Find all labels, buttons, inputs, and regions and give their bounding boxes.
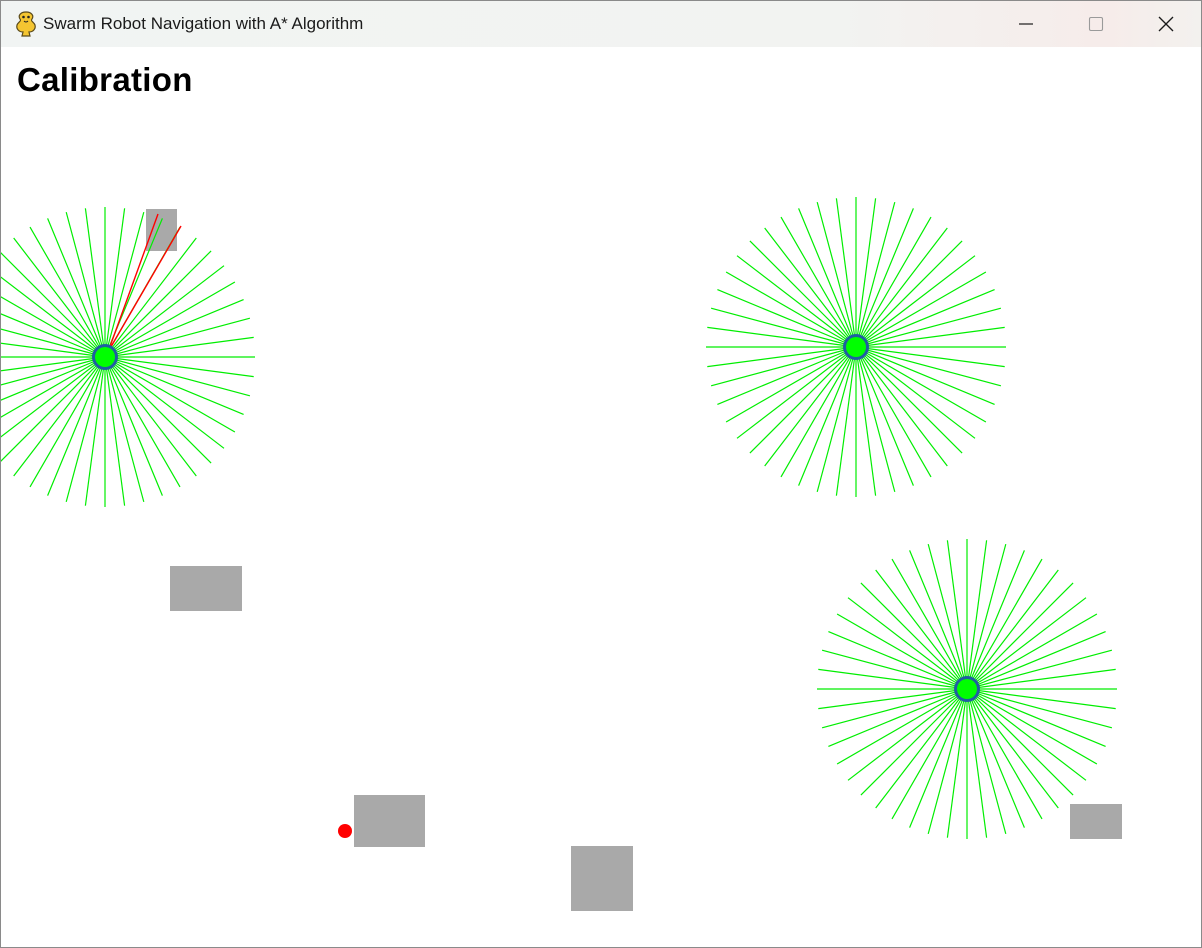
sensor-ray bbox=[1, 342, 106, 358]
sensor-ray bbox=[966, 688, 1043, 820]
sensor-ray bbox=[104, 356, 251, 397]
sensor-ray bbox=[855, 216, 932, 348]
sensor-ray bbox=[855, 346, 932, 478]
sensor-ray bbox=[65, 356, 106, 503]
maximize-icon bbox=[1088, 16, 1104, 32]
sensor-ray bbox=[966, 543, 1007, 690]
sensor-ray bbox=[855, 271, 987, 348]
sensor-ray bbox=[927, 543, 968, 690]
sensor-ray bbox=[860, 582, 968, 690]
sensor-ray bbox=[966, 688, 1098, 765]
sensor-ray bbox=[780, 216, 857, 348]
sensor-ray bbox=[836, 688, 968, 765]
maximize-button[interactable] bbox=[1061, 1, 1131, 47]
sensor-ray bbox=[927, 688, 968, 835]
sensor-ray bbox=[836, 613, 968, 690]
close-button[interactable] bbox=[1131, 1, 1201, 47]
sensor-hit-ray bbox=[107, 225, 182, 353]
target-marker bbox=[338, 824, 352, 838]
simulation-scene bbox=[1, 197, 1122, 911]
window-title: Swarm Robot Navigation with A* Algorithm bbox=[43, 14, 364, 33]
sensor-ray bbox=[966, 582, 1074, 690]
sensor-ray bbox=[725, 271, 857, 348]
sensor-ray bbox=[1, 356, 106, 372]
sensor-ray bbox=[891, 558, 968, 690]
robot-3 bbox=[957, 679, 977, 699]
sensor-ray bbox=[821, 649, 968, 690]
sensor-ray bbox=[855, 201, 896, 348]
sensor-ray bbox=[966, 649, 1113, 690]
sensor-ray bbox=[855, 307, 1002, 348]
sensor-ray bbox=[104, 281, 236, 358]
sensor-ray bbox=[29, 356, 106, 488]
minimize-icon bbox=[1019, 23, 1033, 25]
obstacle bbox=[146, 209, 177, 251]
sensor-ray bbox=[29, 226, 106, 358]
sensor-ray bbox=[821, 688, 968, 729]
obstacle bbox=[1070, 804, 1122, 839]
robot-1 bbox=[95, 347, 115, 367]
minimize-button[interactable] bbox=[991, 1, 1061, 47]
sensor-ray bbox=[725, 346, 857, 423]
sensor-ray bbox=[855, 346, 963, 454]
close-icon bbox=[1158, 16, 1174, 32]
sensor-ray bbox=[710, 307, 857, 348]
calibration-heading: Calibration bbox=[17, 61, 193, 98]
sensor-ray bbox=[855, 346, 987, 423]
sensor-ray bbox=[710, 346, 857, 387]
app-window: Swarm Robot Navigation with A* Algorithm… bbox=[0, 0, 1202, 948]
sensor-ray bbox=[966, 558, 1043, 690]
sensor-ray bbox=[104, 356, 181, 488]
sensor-ray bbox=[104, 211, 145, 358]
sensor-ray bbox=[816, 201, 857, 348]
sensor-ray bbox=[966, 688, 1074, 796]
obstacle bbox=[170, 566, 242, 611]
sensor-ray bbox=[816, 346, 857, 493]
simulation-canvas[interactable]: Calibration bbox=[1, 47, 1201, 947]
sensor-ray bbox=[104, 356, 212, 464]
obstacle bbox=[354, 795, 425, 847]
sensor-ray bbox=[966, 688, 1007, 835]
sensor-ray bbox=[855, 346, 896, 493]
title-bar[interactable]: Swarm Robot Navigation with A* Algorithm bbox=[1, 1, 1201, 47]
robot-2 bbox=[846, 337, 866, 357]
sensor-ray bbox=[855, 240, 963, 348]
sensor-ray bbox=[104, 356, 236, 433]
sensor-ray bbox=[104, 356, 145, 503]
sensor-ray bbox=[780, 346, 857, 478]
obstacle bbox=[571, 846, 633, 911]
sensor-ray bbox=[855, 346, 1002, 387]
sensor-ray bbox=[966, 688, 1113, 729]
pygame-snake-icon bbox=[16, 11, 36, 37]
sensor-ray bbox=[749, 346, 857, 454]
sensor-ray bbox=[749, 240, 857, 348]
sensor-ray bbox=[860, 688, 968, 796]
sensor-ray bbox=[966, 613, 1098, 690]
sensor-ray bbox=[104, 317, 251, 358]
sensor-ray bbox=[65, 211, 106, 358]
sensor-ray bbox=[891, 688, 968, 820]
